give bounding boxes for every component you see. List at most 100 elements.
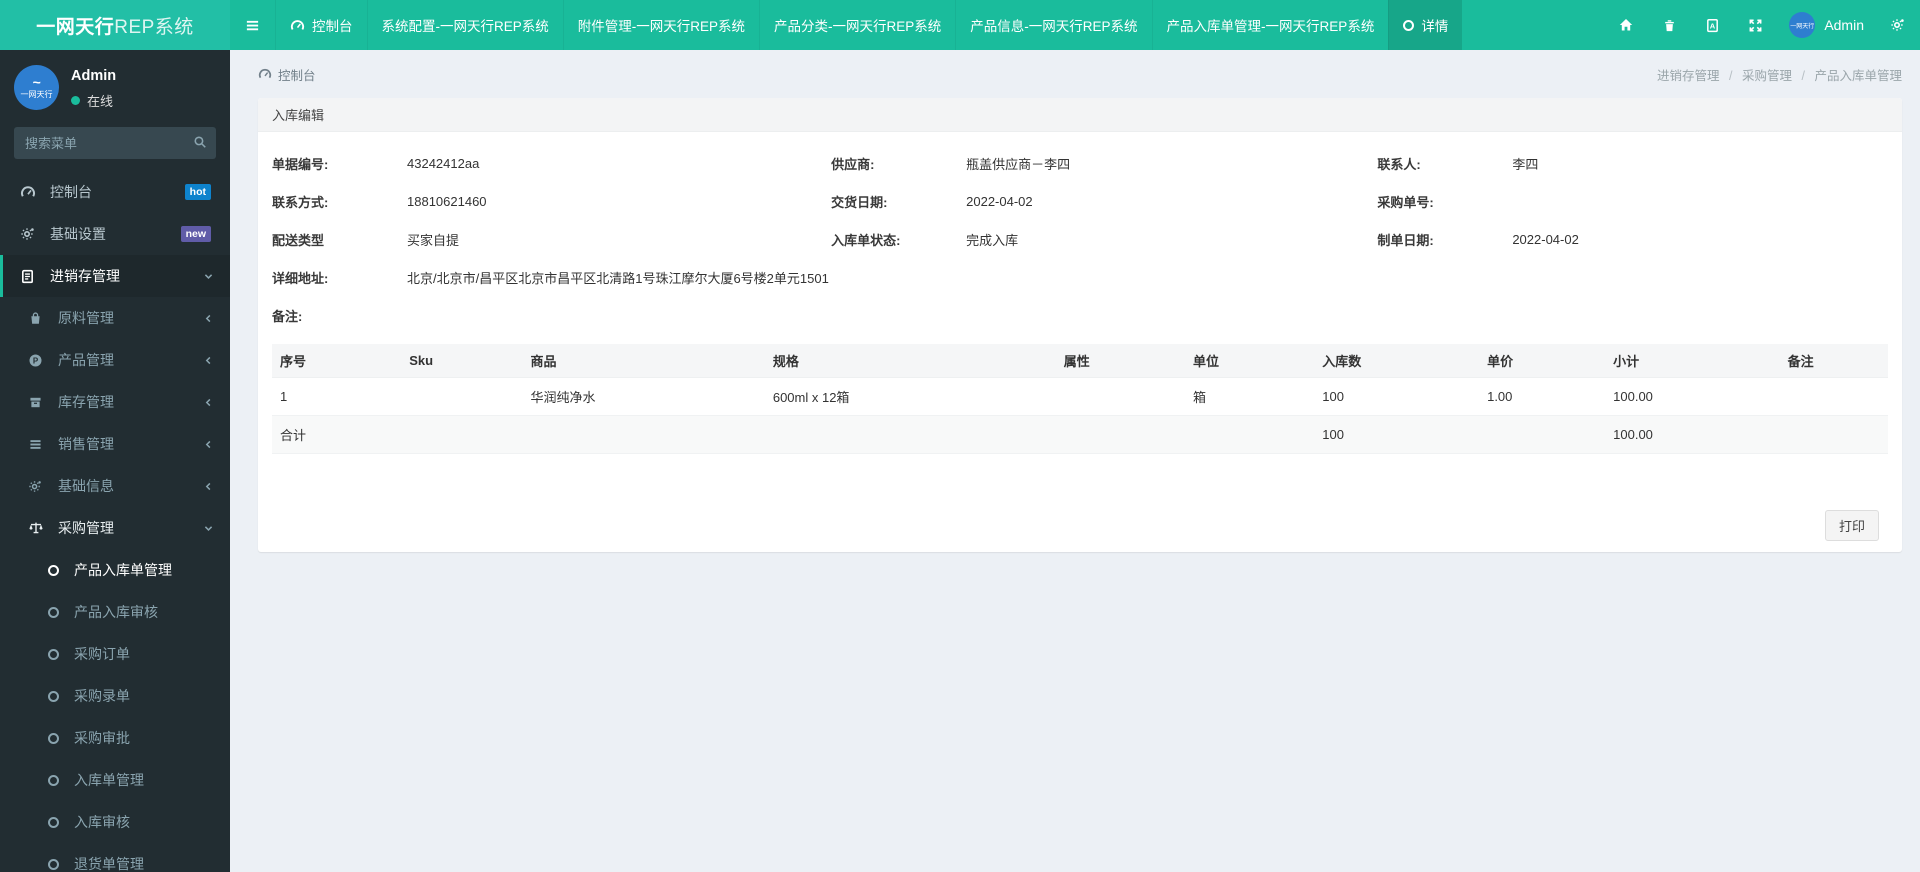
- svg-text:A: A: [1710, 21, 1716, 30]
- sidebar-item-basic-settings[interactable]: 基础设置 new: [0, 213, 230, 255]
- sidebar-item-basic-info[interactable]: 基础信息: [0, 465, 230, 507]
- breadcrumb-item[interactable]: 产品入库单管理: [1814, 69, 1902, 83]
- navbar-tab-product-category[interactable]: 产品分类-一网天行REP系统: [759, 0, 955, 50]
- dashboard-icon: [20, 184, 50, 200]
- sidebar-item-stock-mgmt[interactable]: 库存管理: [0, 381, 230, 423]
- sidebar-subitem-purchase-order[interactable]: 采购订单: [0, 633, 230, 675]
- field-phone: 联系方式: 18810621460: [272, 193, 487, 210]
- user-name: Admin: [1824, 17, 1864, 33]
- sidebar-toggle-button[interactable]: [230, 0, 275, 50]
- circle-icon: [48, 774, 74, 786]
- navbar-actions: A 一网天行 Admin: [1604, 0, 1920, 50]
- chevron-left-icon: [203, 313, 214, 324]
- user-avatar: 一网天行: [1789, 12, 1816, 38]
- col-remark: 备注: [1779, 344, 1888, 378]
- navbar-tab-attachment-mgmt[interactable]: 附件管理-一网天行REP系统: [562, 0, 759, 50]
- clear-cache-button[interactable]: A: [1691, 0, 1734, 50]
- settings-button[interactable]: [1876, 0, 1920, 50]
- items-table: 序号 Sku 商品 规格 属性 单位 入库数 单价 小计 备注 1 华润纯净水 …: [272, 344, 1888, 454]
- sidebar-subitem-product-inbound-mgmt[interactable]: 产品入库单管理: [0, 549, 230, 591]
- print-button[interactable]: 打印: [1824, 510, 1879, 541]
- field-purchase-no: 采购单号:: [1377, 194, 1434, 210]
- logo-swoosh-icon: ~: [32, 74, 41, 91]
- sidebar-item-dashboard[interactable]: 控制台 hot: [0, 171, 230, 213]
- fullscreen-icon: [1748, 18, 1763, 33]
- gears-icon: [20, 226, 50, 242]
- search-input[interactable]: [14, 127, 216, 159]
- clear-cache-icon: A: [1705, 18, 1720, 33]
- main-content: 控制台 进销存管理 / 采购管理 / 产品入库单管理 入库编辑 单据编号: 43…: [230, 50, 1920, 872]
- new-badge: new: [180, 226, 211, 242]
- sidebar-item-inventory-mgmt[interactable]: 进销存管理: [0, 255, 230, 297]
- sidebar-item-product-mgmt[interactable]: P 产品管理: [0, 339, 230, 381]
- breadcrumb-item[interactable]: 采购管理: [1742, 69, 1792, 83]
- sidebar-subitem-purchase-entry[interactable]: 采购录单: [0, 675, 230, 717]
- chevron-down-icon: [203, 523, 214, 534]
- hamburger-icon: [245, 18, 260, 33]
- home-icon: [1618, 17, 1634, 33]
- sidebar-subitem-return-order-mgmt[interactable]: 退货单管理: [0, 843, 230, 872]
- panel-footer: 打印: [272, 454, 1888, 541]
- navbar-tab-console[interactable]: 控制台: [275, 0, 367, 50]
- circle-icon: [48, 606, 74, 618]
- sidebar-user-panel: ~ 一网天行 Admin 在线: [0, 50, 230, 110]
- panel-title: 入库编辑: [258, 98, 1902, 132]
- field-delivery-date: 交货日期: 2022-04-02: [831, 193, 1033, 210]
- brand-light: REP系统: [114, 16, 194, 38]
- sidebar-item-sales-mgmt[interactable]: 销售管理: [0, 423, 230, 465]
- field-remark: 备注:: [272, 308, 303, 324]
- home-button[interactable]: [1604, 0, 1648, 50]
- circle-icon: [48, 564, 74, 576]
- navbar-tab-product-inbound-mgmt[interactable]: 产品入库单管理-一网天行REP系统: [1151, 0, 1389, 50]
- circle-icon: [48, 648, 74, 660]
- balance-scale-icon: [28, 520, 58, 536]
- circle-icon: [48, 816, 74, 828]
- top-navbar: 一网天行 REP系统 控制台 系统配置-一网天行REP系统 附件管理-一网天行RE…: [0, 0, 1920, 50]
- sidebar-menu: 控制台 hot 基础设置 new 进销存管理 原料管理 P 产品管理 库存管理 …: [0, 171, 230, 872]
- col-unit: 单位: [1185, 344, 1315, 378]
- archive-box-icon: [28, 395, 58, 410]
- sidebar-item-material-mgmt[interactable]: 原料管理: [0, 297, 230, 339]
- field-status: 入库单状态: 完成入库: [831, 232, 1019, 248]
- fullscreen-button[interactable]: [1734, 0, 1777, 50]
- navbar-spacer: [1462, 0, 1604, 50]
- sidebar-user-status: 在线: [71, 91, 116, 110]
- navbar-tab-system-config[interactable]: 系统配置-一网天行REP系统: [366, 0, 563, 50]
- breadcrumb-home[interactable]: 控制台: [258, 65, 316, 84]
- navbar-tab-product-info[interactable]: 产品信息-一网天行REP系统: [955, 0, 1151, 50]
- col-product: 商品: [522, 344, 765, 378]
- sidebar-subitem-product-inbound-audit[interactable]: 产品入库审核: [0, 591, 230, 633]
- sidebar-subitem-purchase-approval[interactable]: 采购审批: [0, 717, 230, 759]
- sidebar: ~ 一网天行 Admin 在线 控制台 h: [0, 50, 230, 872]
- inbound-edit-panel: 入库编辑 单据编号: 43242412aa 供应商: 瓶盖供应商－李四 联系人:…: [258, 98, 1902, 552]
- sidebar-subitem-inbound-order-mgmt[interactable]: 入库单管理: [0, 759, 230, 801]
- field-create-date: 制单日期: 2022-04-02: [1377, 231, 1579, 248]
- trash-button[interactable]: [1648, 0, 1691, 50]
- breadcrumb-item[interactable]: 进销存管理: [1657, 69, 1720, 83]
- dashboard-icon: [258, 67, 272, 81]
- field-address: 详细地址: 北京/北京市/昌平区北京市昌平区北清路1号珠江摩尔大厦6号楼2单元1…: [272, 270, 829, 286]
- inbound-form: 单据编号: 43242412aa 供应商: 瓶盖供应商－李四 联系人: 李四 联…: [272, 144, 1888, 334]
- field-doc-no: 单据编号: 43242412aa: [272, 155, 480, 172]
- navbar-tab-detail[interactable]: 详情: [1388, 0, 1463, 50]
- circle-icon: [48, 732, 74, 744]
- sidebar-item-purchase-mgmt[interactable]: 采购管理: [0, 507, 230, 549]
- circle-icon: [1403, 19, 1415, 31]
- gears-icon: [28, 479, 58, 494]
- circle-icon: [48, 690, 74, 702]
- breadcrumb-trail: 进销存管理 / 采购管理 / 产品入库单管理: [1657, 68, 1902, 83]
- sidebar-subitem-inbound-audit[interactable]: 入库审核: [0, 801, 230, 843]
- col-seq: 序号: [272, 344, 402, 378]
- hot-badge: hot: [184, 184, 211, 200]
- trash-icon: [1662, 18, 1677, 33]
- brand-bold: 一网天行: [36, 16, 115, 38]
- field-delivery-type: 配送类型 买家自提: [272, 232, 460, 248]
- chevron-left-icon: [203, 481, 214, 492]
- search-icon[interactable]: [193, 135, 207, 149]
- file-text-icon: [20, 269, 50, 284]
- col-sku: Sku: [401, 344, 523, 378]
- online-dot-icon: [71, 96, 80, 105]
- table-row: 1 华润纯净水 600ml x 12箱 箱 100 1.00 100.00: [272, 377, 1888, 416]
- user-menu[interactable]: 一网天行 Admin: [1777, 12, 1876, 38]
- svg-text:P: P: [33, 356, 39, 365]
